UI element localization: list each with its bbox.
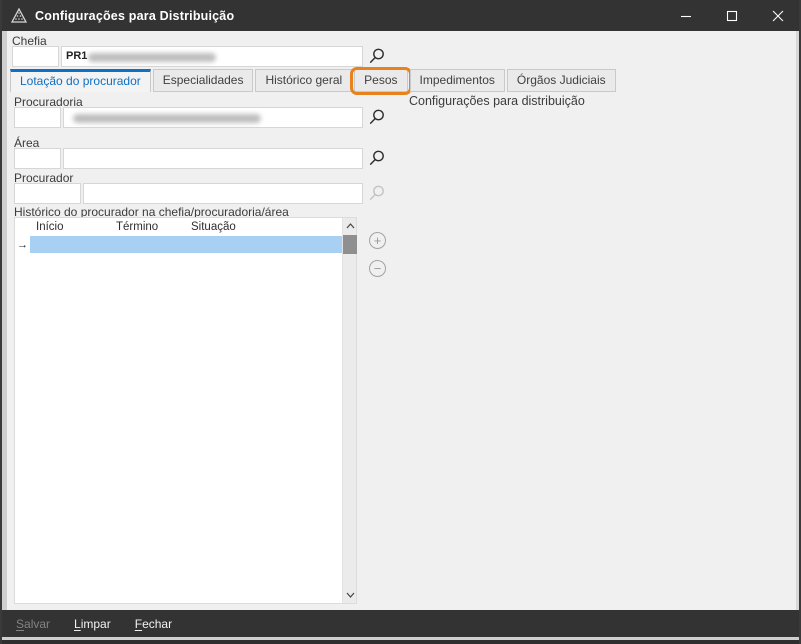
clear-button[interactable]: Limpar (74, 617, 111, 631)
procurador-code-input[interactable] (14, 183, 81, 204)
titlebar: Configurações para Distribuição (0, 0, 801, 31)
redacted-text (73, 114, 261, 123)
chefia-search-icon[interactable] (368, 47, 386, 65)
row-marker-arrow: → (15, 236, 30, 253)
chefia-value-prefix: PR1 (66, 50, 87, 62)
tab-label: Pesos (364, 73, 397, 87)
redacted-text (88, 53, 216, 62)
chefia-code-input[interactable] (12, 46, 59, 67)
close-button[interactable] (755, 0, 801, 31)
remove-row-icon[interactable]: − (369, 260, 386, 277)
procuradoria-name-input[interactable] (63, 107, 363, 128)
tab-label: Especialidades (163, 73, 244, 87)
window-title: Configurações para Distribuição (35, 9, 234, 23)
history-grid: Início Término Situação → (14, 217, 357, 604)
maximize-button[interactable] (709, 0, 755, 31)
grid-header-inicio: Início (30, 221, 110, 233)
chefia-name-input[interactable]: PR1 (61, 46, 363, 67)
tab-especialidades[interactable]: Especialidades (153, 69, 254, 92)
add-row-icon[interactable]: + (369, 232, 386, 249)
app-logo-triangle-icon (11, 8, 27, 24)
tab-label: Impedimentos (420, 73, 495, 87)
tabstrip: Lotação do procurador Especialidades His… (10, 69, 618, 92)
save-button: Salvar (16, 617, 50, 631)
procuradoria-code-input[interactable] (14, 107, 61, 128)
scroll-down-icon[interactable] (343, 587, 357, 603)
tab-historico-geral[interactable]: Histórico geral (255, 69, 352, 92)
tab-impedimentos[interactable]: Impedimentos (410, 69, 505, 92)
right-panel-title: Configurações para distribuição (409, 94, 585, 108)
tab-label: Lotação do procurador (20, 74, 141, 88)
area-search-icon[interactable] (368, 149, 386, 167)
tab-label: Órgãos Judiciais (517, 73, 606, 87)
tab-orgaos-judiciais[interactable]: Órgãos Judiciais (507, 69, 616, 92)
table-row-selected[interactable]: → (15, 236, 343, 253)
minimize-button[interactable] (663, 0, 709, 31)
app-window: Configurações para Distribuição Chefia P… (0, 0, 801, 644)
selected-row-highlight (30, 236, 343, 253)
procurador-name-input[interactable] (83, 183, 363, 204)
scroll-up-icon[interactable] (343, 218, 357, 234)
close-window-button[interactable]: Fechar (135, 617, 172, 631)
procuradoria-search-icon[interactable] (368, 108, 386, 126)
scrollbar-thumb[interactable] (343, 235, 357, 254)
grid-header-termino: Término (110, 221, 185, 233)
tab-lotacao-do-procurador[interactable]: Lotação do procurador (10, 69, 151, 92)
area-name-input[interactable] (63, 148, 363, 169)
grid-header: Início Término Situação (15, 218, 356, 236)
grid-header-situacao: Situação (185, 221, 356, 233)
grid-scrollbar[interactable] (342, 218, 356, 603)
window-controls (663, 0, 801, 31)
procurador-search-icon (368, 184, 386, 202)
tab-pesos[interactable]: Pesos (354, 69, 407, 92)
window-edge-bottom (0, 640, 801, 644)
footer-bar: Salvar Limpar Fechar (2, 610, 799, 637)
area-code-input[interactable] (14, 148, 61, 169)
window-frame-right (796, 31, 799, 637)
window-frame-left (2, 31, 7, 637)
tab-label: Histórico geral (265, 73, 342, 87)
